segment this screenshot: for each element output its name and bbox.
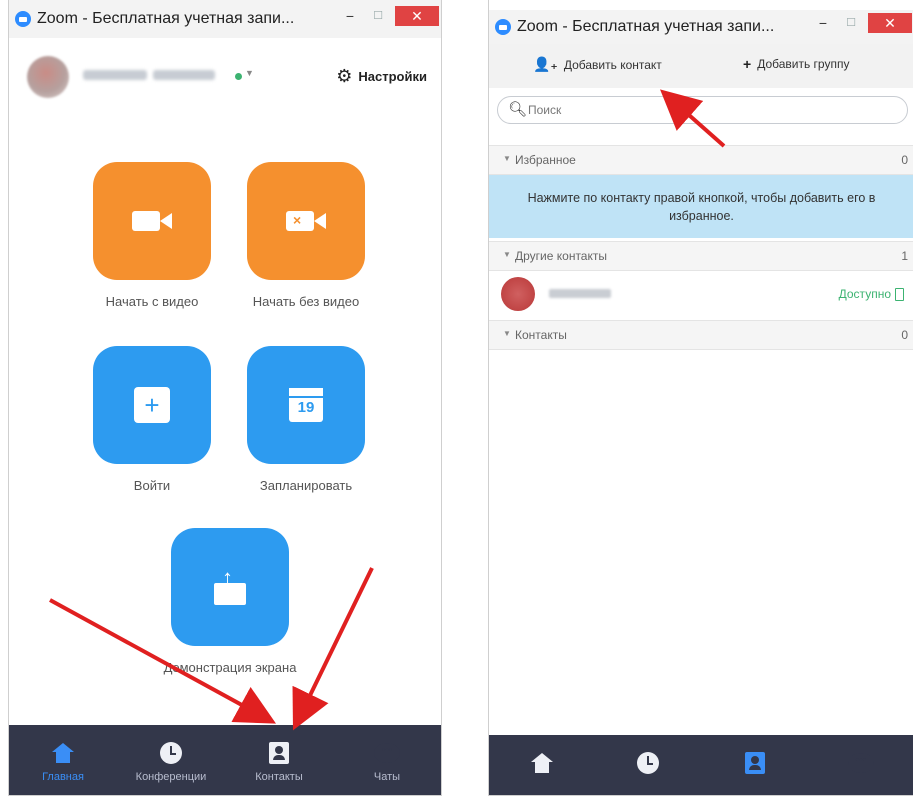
section-other-contacts-count: 1: [901, 249, 908, 263]
bottom-nav: •••: [489, 735, 913, 795]
start-with-video-button[interactable]: [93, 162, 211, 280]
start-with-video-label: Начать с видео: [105, 294, 199, 309]
window-title: Zoom - Бесплатная учетная запи...: [37, 10, 295, 27]
avatar: [501, 277, 535, 311]
search-placeholder: Поиск: [528, 103, 562, 117]
caret-down-icon: ▼: [503, 154, 511, 163]
tab-home[interactable]: [489, 735, 595, 795]
start-without-video-button[interactable]: ×: [247, 162, 365, 280]
section-contacts-count: 0: [901, 328, 908, 342]
share-screen-label: Демонстрация экрана: [163, 660, 297, 675]
add-group-label: Добавить группу: [757, 57, 850, 71]
zoom-logo-icon: [15, 11, 31, 27]
status-badge: Доступно: [839, 287, 904, 301]
tab-contacts[interactable]: [702, 735, 808, 795]
settings-label: Настройки: [358, 68, 427, 84]
share-screen-button[interactable]: ↑: [171, 528, 289, 646]
section-other-contacts[interactable]: ▼ Другие контакты 1: [489, 241, 913, 271]
contact-status-label: Доступно: [838, 287, 891, 301]
title-bar: Zoom - Бесплатная учетная запи... − ☐ ✕: [9, 0, 441, 38]
list-item[interactable]: Доступно: [489, 272, 913, 318]
close-button[interactable]: ✕: [395, 6, 439, 26]
status-indicator[interactable]: [235, 73, 242, 80]
user-name-blurred: [83, 70, 147, 80]
section-favorites[interactable]: ▼ Избранное 0: [489, 145, 913, 175]
tab-contacts-label: Контакты: [255, 771, 303, 783]
caret-down-icon: ▼: [503, 250, 511, 259]
chat-icon: •••: [374, 739, 400, 767]
section-favorites-label: Избранное: [515, 153, 576, 167]
tab-home-label: Главная: [42, 771, 84, 783]
chevron-down-icon[interactable]: ▼: [245, 68, 254, 78]
add-group-button[interactable]: + Добавить группу: [743, 56, 849, 72]
add-contact-label: Добавить контакт: [563, 57, 662, 72]
contacts-icon: [744, 749, 765, 777]
home-icon: [531, 749, 554, 777]
maximize-button[interactable]: ☐: [365, 6, 391, 26]
video-camera-icon: [132, 209, 172, 233]
tab-chats-label: Чаты: [373, 771, 401, 783]
contact-name-blurred: [549, 289, 611, 298]
clock-icon: [160, 739, 182, 767]
plus-icon: +: [134, 387, 170, 423]
add-contact-button[interactable]: 👤₊ Добавить контакт: [533, 56, 662, 73]
join-label: Войти: [133, 478, 171, 493]
section-favorites-count: 0: [901, 153, 908, 167]
video-off-icon: ×: [286, 209, 326, 233]
avatar[interactable]: [27, 56, 69, 98]
section-contacts[interactable]: ▼ Контакты 0: [489, 320, 913, 350]
search-input[interactable]: 🔍︎ Поиск: [497, 96, 908, 124]
minimize-button[interactable]: −: [337, 6, 363, 26]
home-icon: [52, 739, 74, 767]
bottom-nav: Главная Конференции Контакты ••• Чаты: [9, 725, 441, 795]
tab-home[interactable]: Главная: [9, 725, 117, 795]
tab-contacts[interactable]: Контакты: [225, 725, 333, 795]
contacts-toolbar: 👤₊ Добавить контакт + Добавить группу: [489, 44, 913, 88]
zoom-contacts-window: Zoom - Бесплатная учетная запи... − ☐ ✕ …: [488, 0, 913, 796]
user-bar: ▼ ⚙ Настройки: [9, 42, 441, 112]
settings-button[interactable]: ⚙ Настройки: [336, 67, 427, 85]
join-button[interactable]: +: [93, 346, 211, 464]
window-title: Zoom - Бесплатная учетная запи...: [517, 18, 775, 35]
section-contacts-label: Контакты: [515, 328, 567, 342]
share-screen-icon: ↑: [210, 567, 250, 607]
close-button[interactable]: ✕: [868, 13, 912, 33]
favorites-hint: Нажмите по контакту правой кнопкой, чтоб…: [489, 175, 913, 238]
tab-meetings-label: Конференции: [135, 771, 207, 783]
section-other-contacts-label: Другие контакты: [515, 249, 607, 263]
schedule-label: Запланировать: [259, 478, 353, 493]
start-without-video-label: Начать без видео: [252, 294, 360, 309]
tab-chats[interactable]: ••• Чаты: [333, 725, 441, 795]
tab-meetings[interactable]: Конференции: [117, 725, 225, 795]
maximize-button[interactable]: ☐: [838, 13, 864, 33]
minimize-button[interactable]: −: [810, 13, 836, 33]
tab-chats[interactable]: •••: [808, 735, 913, 795]
clock-icon: [637, 749, 660, 777]
chat-icon: •••: [847, 749, 874, 777]
contacts-icon: [269, 739, 289, 767]
zoom-logo-icon: [495, 19, 511, 35]
add-user-icon: 👤₊: [533, 56, 558, 72]
tab-meetings[interactable]: [595, 735, 701, 795]
schedule-button[interactable]: 19: [247, 346, 365, 464]
caret-down-icon: ▼: [503, 329, 511, 338]
calendar-icon: 19: [289, 388, 323, 422]
gear-icon: ⚙: [336, 66, 353, 86]
search-icon: 🔍︎: [508, 101, 528, 118]
phone-icon: [895, 287, 904, 301]
zoom-home-window: Zoom - Бесплатная учетная запи... − ☐ ✕ …: [8, 0, 442, 796]
plus-icon: +: [743, 56, 752, 72]
title-bar: Zoom - Бесплатная учетная запи... − ☐ ✕: [489, 10, 913, 44]
user-name-blurred-2: [153, 70, 215, 80]
